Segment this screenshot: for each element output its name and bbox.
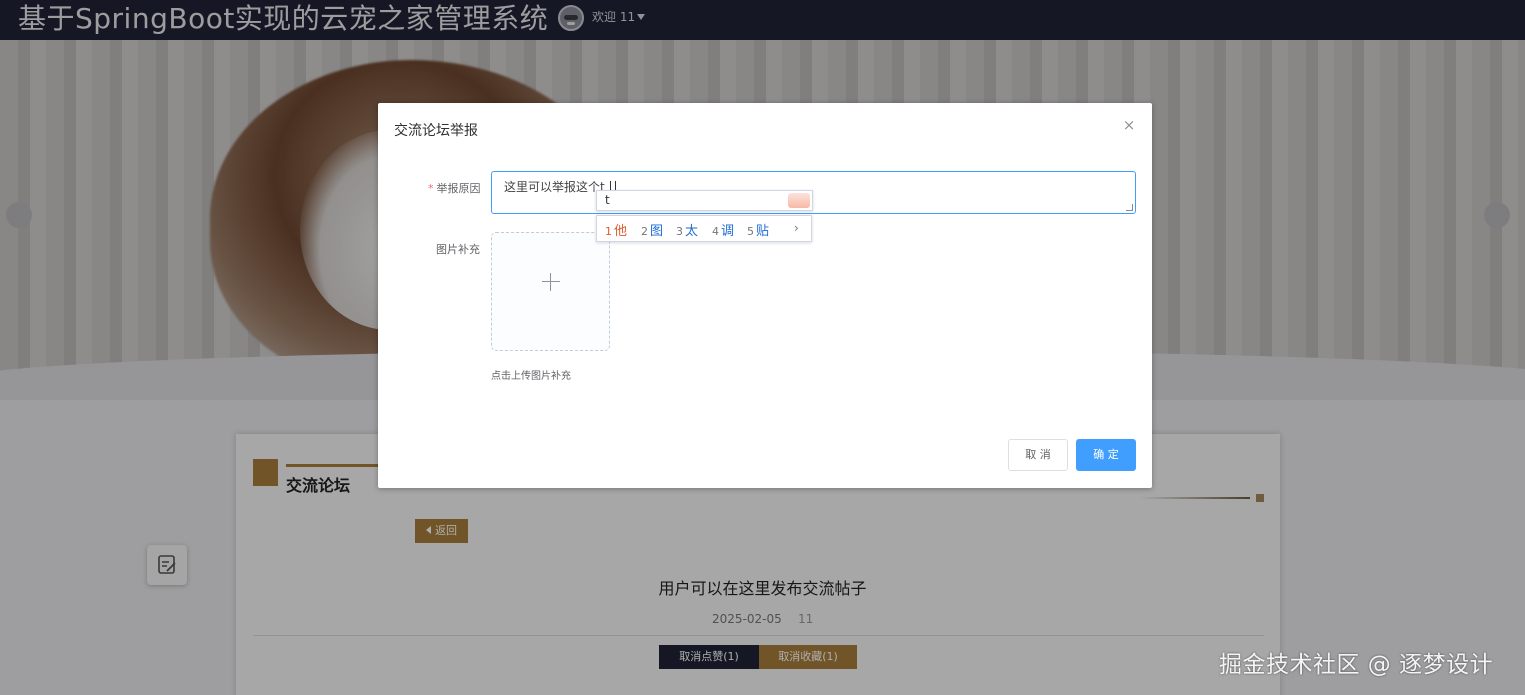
reason-label: * 举报原因	[428, 180, 481, 196]
confirm-button[interactable]: 确 定	[1076, 439, 1136, 471]
candidate-text: 图	[650, 224, 664, 239]
candidate-number: 3	[676, 225, 683, 238]
watermark-text: 掘金技术社区 @ 逐梦设计	[1219, 652, 1494, 678]
cancel-button[interactable]: 取 消	[1008, 439, 1068, 471]
ime-candidate[interactable]: 1他	[605, 220, 627, 239]
close-icon[interactable]: ×	[1121, 117, 1137, 133]
reason-label-text: 举报原因	[436, 182, 481, 195]
ime-skin-icon	[788, 193, 810, 208]
candidate-number: 5	[747, 225, 754, 238]
required-asterisk: *	[428, 182, 434, 195]
chevron-right-icon[interactable]: ›	[794, 222, 802, 234]
ime-candidate[interactable]: 2图	[641, 220, 663, 239]
ime-candidate[interactable]: 3太	[676, 220, 698, 239]
report-reason-value: 这里可以举报这个t	[504, 180, 605, 194]
image-label: 图片补充	[436, 243, 480, 256]
ime-composition-box: t	[596, 190, 813, 211]
upload-tip: 点击上传图片补充	[491, 371, 571, 382]
ime-composition-text: t	[605, 193, 610, 207]
image-upload-area[interactable]	[491, 232, 610, 351]
plus-icon	[542, 273, 560, 291]
report-reason-textarea[interactable]: 这里可以举报这个t	[491, 171, 1136, 214]
candidate-text: 调	[721, 224, 735, 239]
candidate-number: 4	[712, 225, 719, 238]
candidate-text: 太	[685, 224, 699, 239]
candidate-number: 1	[605, 225, 612, 238]
candidate-text: 他	[614, 224, 628, 239]
ime-candidate[interactable]: 4调	[712, 220, 734, 239]
candidate-text: 贴	[756, 224, 770, 239]
candidate-number: 2	[641, 225, 648, 238]
dialog-title: 交流论坛举报	[394, 123, 478, 139]
ime-candidate[interactable]: 5贴	[747, 220, 769, 239]
resize-handle-icon[interactable]	[1126, 204, 1133, 211]
ime-candidate-bar: 1他 2图 3太 4调 5贴 ›	[596, 215, 812, 242]
report-dialog: 交流论坛举报 × * 举报原因 这里可以举报这个t 图片补充 点击上传图片补充 取…	[378, 103, 1152, 488]
